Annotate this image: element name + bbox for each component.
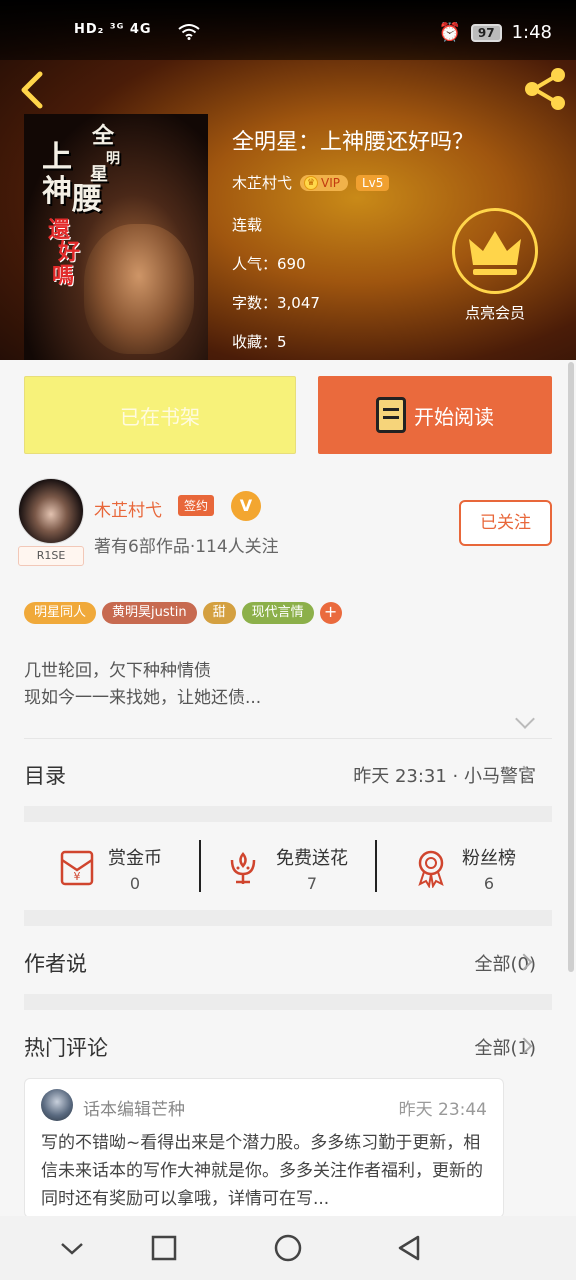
stat-fans[interactable]: 粉丝榜 6 bbox=[456, 844, 522, 893]
nav-back-button[interactable] bbox=[394, 1232, 426, 1264]
add-tag-button[interactable]: + bbox=[319, 602, 342, 624]
stat-label: 免费送花 bbox=[276, 848, 348, 869]
expand-chevron-icon[interactable] bbox=[515, 709, 535, 729]
cover-char: 全 bbox=[92, 123, 115, 149]
wifi-icon bbox=[178, 24, 200, 44]
intro-line: 几世轮回，欠下种种情债 bbox=[24, 661, 211, 681]
scrollbar[interactable] bbox=[568, 362, 574, 972]
start-reading-label: 开始阅读 bbox=[414, 404, 494, 429]
member-crown-button[interactable] bbox=[452, 208, 538, 294]
vip-label: VIP bbox=[321, 175, 340, 190]
cover-char: 星 bbox=[90, 164, 108, 185]
catalog-title[interactable]: 目录 bbox=[24, 760, 66, 790]
start-reading-button[interactable]: 开始阅读 bbox=[318, 376, 552, 454]
hot-comments-title: 热门评论 bbox=[24, 1036, 108, 1060]
circle-icon bbox=[274, 1234, 302, 1262]
author-stats: 著有6部作品·114人关注 bbox=[94, 537, 279, 557]
svg-text:¥: ¥ bbox=[74, 870, 81, 883]
stat-reward[interactable]: 赏金币 0 bbox=[100, 844, 170, 893]
nav-home-button[interactable] bbox=[272, 1232, 304, 1264]
vip-crown-icon: ♛ bbox=[304, 175, 319, 190]
cover-char: 嗎 bbox=[52, 263, 75, 289]
stat-label: 粉丝榜 bbox=[462, 848, 516, 869]
comment-text: 写的不错呦~看得出来是个潜力股。多多练习勤于更新，相信未来话本的写作大神就是你。… bbox=[41, 1133, 483, 1209]
book-cover[interactable]: 上 神 腰 全 明 星 還 好 嗎 bbox=[24, 114, 208, 360]
stat-label: 赏金币 bbox=[108, 848, 162, 869]
stat-value: 0 bbox=[129, 874, 141, 893]
vip-badge: ♛ VIP bbox=[300, 174, 348, 191]
verified-icon: V bbox=[231, 491, 261, 521]
red-envelope-icon: ¥ bbox=[56, 846, 98, 892]
battery-indicator: 97 bbox=[470, 23, 502, 42]
alarm-icon: ⏰ bbox=[438, 22, 461, 43]
status-bar: HD₂ ³ᴳ 4G ⏰ 97 1:48 bbox=[0, 0, 576, 60]
crown-icon bbox=[469, 231, 521, 275]
tag-item[interactable]: 黄明昊justin bbox=[102, 602, 197, 624]
nav-collapse-button[interactable] bbox=[56, 1232, 88, 1264]
flower-icon bbox=[222, 846, 264, 892]
square-icon bbox=[151, 1235, 177, 1261]
tag-item[interactable]: 现代言情 bbox=[241, 602, 314, 624]
back-button[interactable] bbox=[16, 70, 46, 114]
stat-divider bbox=[375, 840, 377, 892]
author-avatar[interactable] bbox=[18, 478, 84, 544]
share-button[interactable] bbox=[522, 66, 568, 116]
section-gap bbox=[24, 994, 552, 1010]
comment-time: 昨天 23:44 bbox=[398, 1100, 487, 1120]
tag-item[interactable]: 明星同人 bbox=[24, 602, 97, 624]
chevron-left-icon bbox=[21, 71, 43, 109]
commenter-avatar[interactable] bbox=[41, 1089, 73, 1121]
stat-value: 6 bbox=[483, 874, 495, 893]
share-icon bbox=[525, 68, 565, 110]
comment-card[interactable]: 话本编辑芒种 昨天 23:44 写的不错呦~看得出来是个潜力股。多多练习勤于更新… bbox=[24, 1078, 504, 1218]
divider bbox=[24, 738, 552, 739]
author-name[interactable]: 木芷村弋 bbox=[94, 496, 162, 521]
medal-icon bbox=[410, 846, 452, 892]
book-intro[interactable]: 几世轮回，欠下种种情债 现如今一一来找她，让她还债... bbox=[24, 658, 544, 712]
cover-face-art bbox=[84, 224, 194, 354]
book-word-count: 字数：3,047 bbox=[232, 294, 320, 312]
in-shelf-button[interactable]: 已在书架 bbox=[24, 376, 296, 454]
status-right: ⏰ 97 1:48 bbox=[438, 22, 552, 43]
cover-char: 明 bbox=[106, 151, 120, 167]
author-says-title: 作者说 bbox=[24, 952, 87, 976]
network-indicators: HD₂ ³ᴳ 4G bbox=[74, 22, 152, 37]
commenter-name[interactable]: 话本编辑芒种 bbox=[83, 1095, 185, 1120]
member-label[interactable]: 点亮会员 bbox=[442, 302, 548, 323]
nav-recents-button[interactable] bbox=[148, 1232, 180, 1264]
intro-line: 现如今一一来找她，让她还债... bbox=[24, 688, 262, 708]
follow-button[interactable]: 已关注 bbox=[459, 500, 552, 546]
clock: 1:48 bbox=[511, 22, 552, 43]
chevron-down-icon bbox=[61, 1243, 83, 1255]
stat-divider bbox=[199, 840, 201, 892]
avatar-badge: R1SE bbox=[18, 546, 84, 566]
book-status: 连载 bbox=[232, 216, 263, 234]
system-nav-bar bbox=[0, 1216, 576, 1280]
book-author[interactable]: 木芷村弋 bbox=[232, 172, 292, 193]
book-icon bbox=[376, 397, 406, 433]
cover-char: 神 bbox=[42, 174, 72, 209]
stat-flowers[interactable]: 免费送花 7 bbox=[268, 844, 356, 893]
stat-value: 7 bbox=[306, 874, 318, 893]
book-title: 全明星：上神腰还好吗？ bbox=[232, 130, 475, 155]
triangle-back-icon bbox=[398, 1235, 420, 1261]
book-popularity: 人气：690 bbox=[232, 255, 306, 273]
section-gap bbox=[24, 910, 552, 926]
tag-item[interactable]: 甜 bbox=[202, 602, 236, 624]
book-favorites: 收藏：5 bbox=[232, 333, 287, 351]
section-gap bbox=[24, 806, 552, 822]
signed-badge: 签约 bbox=[178, 495, 215, 516]
book-author-row: 木芷村弋 ♛ VIP Lv5 bbox=[232, 172, 390, 193]
tag-list: 明星同人 黄明昊justin 甜 现代言情 + bbox=[24, 602, 342, 624]
book-header: 上 神 腰 全 明 星 還 好 嗎 全明星：上神腰还好吗？ 木芷村弋 ♛ VIP… bbox=[0, 0, 576, 360]
catalog-latest[interactable]: 昨天 23:31 · 小马警官 bbox=[353, 762, 536, 788]
level-badge: Lv5 bbox=[356, 174, 390, 191]
in-shelf-label: 已在书架 bbox=[120, 404, 200, 429]
